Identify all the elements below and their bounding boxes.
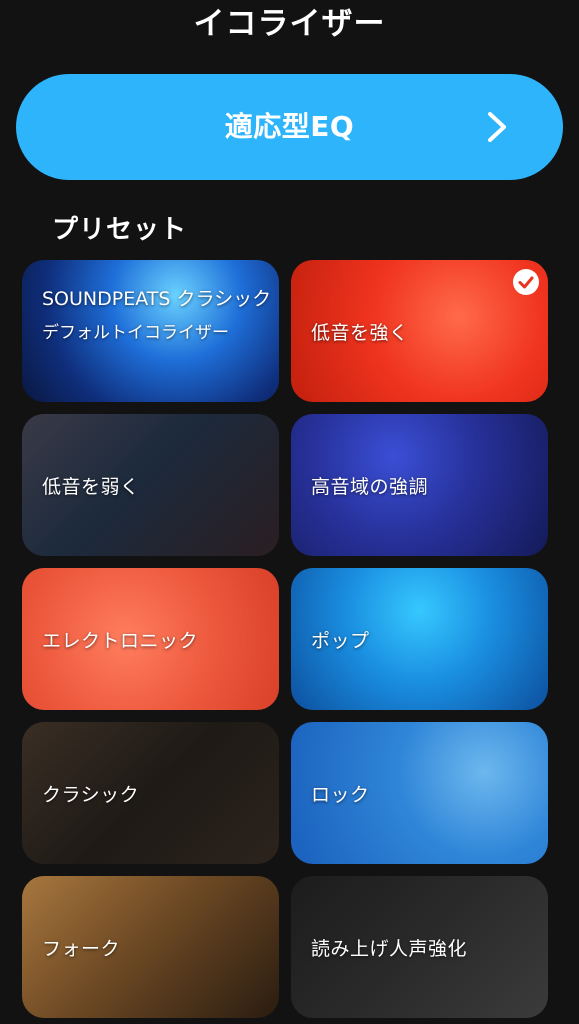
check-icon — [513, 269, 539, 295]
preset-name: ロック — [311, 783, 370, 806]
page-title: イコライザー — [193, 6, 386, 42]
preset-card-treble-boost[interactable]: 高音域の強調 — [291, 414, 548, 556]
preset-subtitle: デフォルトイコライザー — [42, 323, 229, 343]
preset-name: SOUNDPEATS クラシック — [42, 288, 272, 310]
preset-name: 高音域の強調 — [311, 475, 429, 498]
preset-card-bass-reduce[interactable]: 低音を弱く — [22, 414, 279, 556]
chevron-right-icon — [488, 112, 506, 142]
preset-card-label: SOUNDPEATS クラシック デフォルトイコライザー — [42, 284, 278, 348]
preset-card-bass-boost[interactable]: 低音を強く — [291, 260, 548, 402]
preset-card-soundpeats-classic[interactable]: SOUNDPEATS クラシック デフォルトイコライザー — [22, 260, 279, 402]
preset-name: 低音を弱く — [42, 475, 140, 498]
preset-name: ポップ — [311, 629, 370, 652]
preset-card-folk[interactable]: フォーク — [22, 876, 279, 1018]
preset-card-pop[interactable]: ポップ — [291, 568, 548, 710]
preset-name: 低音を強く — [311, 321, 409, 344]
preset-card-vocal-boost[interactable]: 読み上げ人声強化 — [291, 876, 548, 1018]
adaptive-eq-button[interactable]: 適応型EQ — [16, 74, 563, 180]
preset-card-classical[interactable]: クラシック — [22, 722, 279, 864]
presets-section-title: プリセット — [52, 215, 188, 245]
preset-name: 読み上げ人声強化 — [311, 937, 468, 960]
preset-name: エレクトロニック — [42, 629, 199, 652]
preset-name: クラシック — [42, 783, 140, 806]
preset-card-electronic[interactable]: エレクトロニック — [22, 568, 279, 710]
preset-card-rock[interactable]: ロック — [291, 722, 548, 864]
preset-name: フォーク — [42, 937, 121, 960]
